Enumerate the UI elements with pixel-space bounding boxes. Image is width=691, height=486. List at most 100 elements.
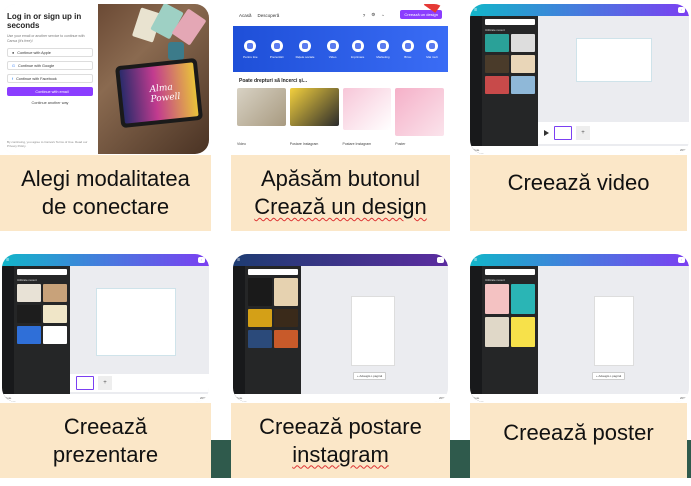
caption-presentation: Creează prezentare xyxy=(0,403,211,478)
share-button[interactable]: ↑ xyxy=(197,257,205,263)
video-editor-screenshot: ☰ ↑ Utilizate recent + Note 20% xyxy=(470,4,689,154)
thumb-video[interactable] xyxy=(237,88,286,126)
desk-photo: Alma Powell xyxy=(98,4,209,154)
category-icon xyxy=(401,39,414,52)
template-search-input[interactable] xyxy=(248,269,298,275)
template-thumb[interactable] xyxy=(485,34,509,52)
add-page-button[interactable]: + Adaugă o pagină xyxy=(592,372,626,380)
presentation-canvas-page[interactable] xyxy=(96,288,176,356)
instagram-editor-screenshot: ☰ ↑ + Adaugă o pagină Note 20% xyxy=(233,254,448,402)
menu-icon[interactable]: ☰ xyxy=(237,258,240,262)
template-thumb[interactable] xyxy=(274,330,298,348)
category-icon xyxy=(425,39,438,52)
poster-editor-screenshot: ☰ ↑ Utilizate recent + Adaugă o pagină No… xyxy=(470,254,689,402)
canva-home-screenshot: Acasă Descoperă ? ⚙ ◔ Creează un design … xyxy=(233,4,448,154)
thumb-instagram-post[interactable] xyxy=(289,88,339,126)
tablet-screen: Alma Powell xyxy=(119,62,199,124)
template-thumb[interactable] xyxy=(248,330,272,348)
menu-icon[interactable]: ☰ xyxy=(6,258,9,262)
category-icon xyxy=(377,39,389,52)
category-more[interactable]: Mai mult xyxy=(425,39,438,59)
add-scene-button[interactable]: + xyxy=(576,126,590,140)
category-marketing[interactable]: Marketing xyxy=(376,39,390,59)
ink-bottle xyxy=(168,42,184,60)
help-icon[interactable]: ? xyxy=(363,13,366,18)
settings-icon[interactable]: ⚙ xyxy=(371,12,375,18)
video-timeline: + xyxy=(538,122,689,144)
editor-bottom-bar: Note 20% xyxy=(233,394,448,402)
template-thumb[interactable] xyxy=(248,278,272,306)
share-button[interactable]: ↑ xyxy=(677,7,685,13)
category-social[interactable]: Rețele sociale xyxy=(296,39,314,59)
category-icon xyxy=(270,39,283,52)
apple-icon: ● xyxy=(12,50,15,55)
facebook-icon: f xyxy=(12,76,14,81)
share-button[interactable]: ↑ xyxy=(436,257,444,263)
design-category-banner: Pentru tine Prezentări Rețele sociale Vi… xyxy=(233,26,448,72)
continue-facebook-button[interactable]: f Continue with Facebook xyxy=(7,74,93,83)
login-subtitle: Use your email or another service to con… xyxy=(7,34,85,43)
template-thumb[interactable] xyxy=(485,284,509,314)
continue-apple-button[interactable]: ● Continue with Apple xyxy=(7,48,93,57)
editor-topbar: ☰ ↑ xyxy=(233,254,448,266)
template-thumb[interactable] xyxy=(511,55,535,73)
template-thumb[interactable] xyxy=(17,284,41,302)
template-thumb[interactable] xyxy=(485,317,509,347)
poster-canvas-page[interactable] xyxy=(594,296,634,366)
continue-another-way-link[interactable]: Continue another way xyxy=(7,101,93,105)
template-search-input[interactable] xyxy=(485,19,535,25)
slide-strip: + xyxy=(70,374,209,392)
category-for-you[interactable]: Pentru tine xyxy=(243,39,258,59)
template-search-input[interactable] xyxy=(17,269,67,275)
template-thumb[interactable] xyxy=(485,55,509,73)
video-canvas-page[interactable] xyxy=(576,38,652,82)
continue-email-button[interactable]: Continue with email xyxy=(7,87,93,96)
menu-icon[interactable]: ☰ xyxy=(474,258,477,262)
tablet-device: Alma Powell xyxy=(114,57,204,129)
template-thumb[interactable] xyxy=(511,34,535,52)
timeline-frame[interactable] xyxy=(554,126,572,140)
template-thumb[interactable] xyxy=(485,76,509,94)
continue-google-button[interactable]: G Continue with Google xyxy=(7,61,93,70)
menu-icon[interactable]: ☰ xyxy=(474,8,477,12)
template-thumb[interactable] xyxy=(511,76,535,94)
share-button[interactable]: ↑ xyxy=(677,257,685,263)
template-thumb[interactable] xyxy=(43,305,67,323)
play-icon[interactable] xyxy=(544,130,550,136)
template-thumb[interactable] xyxy=(274,278,298,306)
templates-panel: Utilizate recent xyxy=(482,16,538,154)
template-thumb[interactable] xyxy=(17,305,41,323)
nav-home[interactable]: Acasă xyxy=(239,13,252,18)
templates-panel: Utilizate recent xyxy=(14,266,70,402)
editor-topbar: ☰ ↑ xyxy=(470,4,689,16)
caption-poster: Creează poster xyxy=(470,403,687,478)
category-print[interactable]: Imprimare xyxy=(351,39,364,59)
editor-side-rail xyxy=(470,16,482,154)
instagram-canvas-page[interactable] xyxy=(351,296,395,366)
template-thumb[interactable] xyxy=(43,284,67,302)
template-thumb[interactable] xyxy=(43,326,67,344)
editor-canvas-area: + Adaugă o pagină xyxy=(538,266,689,402)
editor-bottom-bar: Note 20% xyxy=(470,146,689,154)
editor-side-rail xyxy=(470,266,482,402)
google-icon: G xyxy=(12,63,15,68)
category-office[interactable]: Birou xyxy=(401,39,414,59)
template-thumb[interactable] xyxy=(17,326,41,344)
slide-frame[interactable] xyxy=(76,376,94,390)
suggestion-thumbnails xyxy=(237,88,444,136)
thumb-poster[interactable] xyxy=(395,88,444,136)
category-video[interactable]: Video xyxy=(326,39,339,59)
nav-discover[interactable]: Descoperă xyxy=(258,13,280,18)
add-slide-button[interactable]: + xyxy=(98,376,112,390)
add-page-button[interactable]: + Adaugă o pagină xyxy=(353,372,387,380)
notifications-icon[interactable]: ◔ xyxy=(381,13,384,18)
template-thumb[interactable] xyxy=(511,317,535,347)
template-thumb[interactable] xyxy=(248,309,272,327)
thumb-instagram-post[interactable] xyxy=(342,88,392,130)
category-presentations[interactable]: Prezentări xyxy=(270,39,283,59)
template-search-input[interactable] xyxy=(485,269,535,275)
suggestions-title: Poate drepturi să încerci și... xyxy=(239,78,308,84)
caption-create-design: Apăsăm butonul Crează un design xyxy=(231,155,450,231)
template-thumb[interactable] xyxy=(274,309,298,327)
template-thumb[interactable] xyxy=(511,284,535,314)
